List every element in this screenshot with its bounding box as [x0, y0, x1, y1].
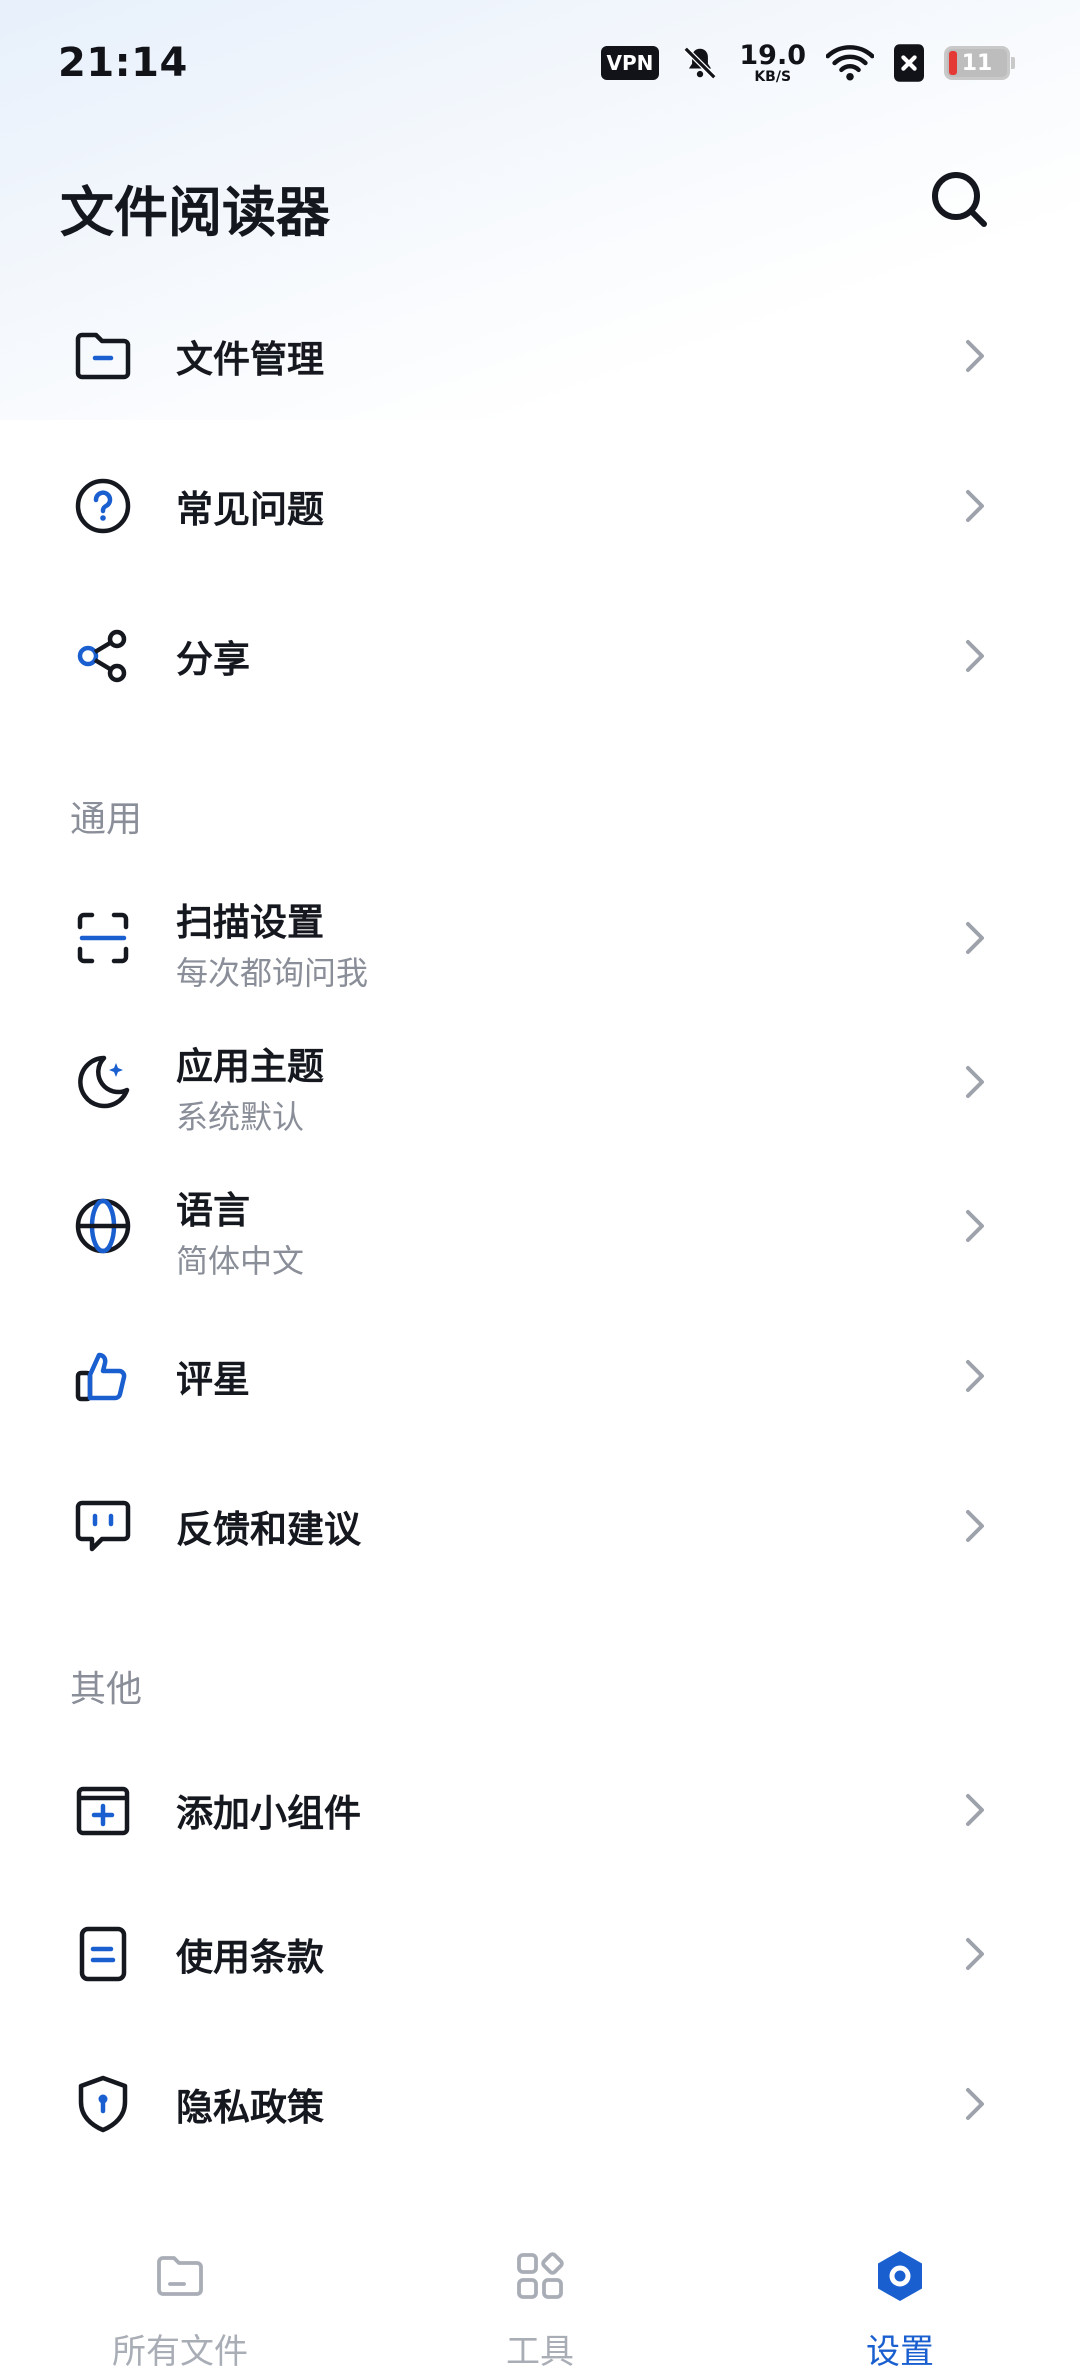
- search-button[interactable]: [928, 168, 992, 232]
- menu-item-scan-settings[interactable]: 扫描设置 每次都询问我: [0, 878, 1080, 998]
- chevron-right-icon: [966, 1794, 984, 1826]
- scan-icon: [77, 912, 129, 964]
- status-icons: VPN 19.0 KB/S 11: [600, 40, 1015, 86]
- menu-item-privacy[interactable]: 隐私政策: [0, 2044, 1080, 2164]
- nav-tab-tools[interactable]: 工具: [360, 2206, 720, 2376]
- document-icon: [79, 1926, 127, 1982]
- menu-item-app-theme[interactable]: 应用主题 系统默认: [0, 1022, 1080, 1142]
- chevron-right-icon: [966, 1510, 984, 1542]
- menu-item-add-widget[interactable]: 添加小组件: [0, 1750, 1080, 1870]
- menu-item-faq[interactable]: 常见问题: [0, 446, 1080, 566]
- menu-item-language[interactable]: 语言 简体中文: [0, 1166, 1080, 1286]
- feedback-icon: [75, 1500, 131, 1552]
- search-icon: [932, 172, 987, 227]
- settings-icon: [878, 2251, 922, 2301]
- page-title: 文件阅读器: [60, 181, 330, 244]
- chevron-right-icon: [966, 1360, 984, 1392]
- wifi-icon: [826, 44, 874, 82]
- chevron-right-icon: [966, 1938, 984, 1970]
- chevron-right-icon: [966, 340, 984, 372]
- section-header-general: 通用: [70, 799, 143, 840]
- chevron-right-icon: [966, 2088, 984, 2120]
- chevron-right-icon: [966, 490, 984, 522]
- question-icon: [75, 478, 131, 534]
- chevron-right-icon: [966, 1210, 984, 1242]
- status-bar: 21:14 VPN 19.0 KB/S 11: [0, 0, 1080, 120]
- folder-icon: [75, 332, 131, 380]
- sim-x-icon: [894, 44, 924, 82]
- chevron-right-icon: [966, 922, 984, 954]
- menu-item-feedback[interactable]: 反馈和建议: [0, 1466, 1080, 1586]
- chevron-right-icon: [966, 1066, 984, 1098]
- nav-tab-all-files[interactable]: 所有文件: [0, 2206, 360, 2376]
- chevron-right-icon: [966, 640, 984, 672]
- globe-icon: [75, 1198, 131, 1254]
- vpn-badge: VPN: [600, 46, 660, 80]
- shield-icon: [78, 2075, 128, 2133]
- menu-item-rate[interactable]: 评星: [0, 1316, 1080, 1436]
- bottom-navigation: 所有文件 工具 设置: [0, 2206, 1080, 2376]
- menu-item-terms[interactable]: 使用条款: [0, 1894, 1080, 2014]
- status-time: 21:14: [58, 40, 188, 86]
- network-speed: 19.0 KB/S: [739, 40, 806, 85]
- moon-icon: [78, 1055, 130, 1109]
- section-header-other: 其他: [70, 1669, 143, 1710]
- menu-item-file-management[interactable]: 文件管理: [0, 296, 1080, 416]
- nav-tab-settings[interactable]: 设置: [720, 2206, 1080, 2376]
- grid-icon: [517, 2252, 564, 2299]
- menu-item-share[interactable]: 分享: [0, 596, 1080, 716]
- battery-icon: 11: [944, 46, 1015, 80]
- thumbs-up-icon: [75, 1352, 127, 1402]
- folder-icon: [157, 2256, 203, 2296]
- bell-muted-icon: [681, 44, 719, 82]
- widget-add-icon: [76, 1786, 130, 1836]
- share-icon: [77, 629, 127, 683]
